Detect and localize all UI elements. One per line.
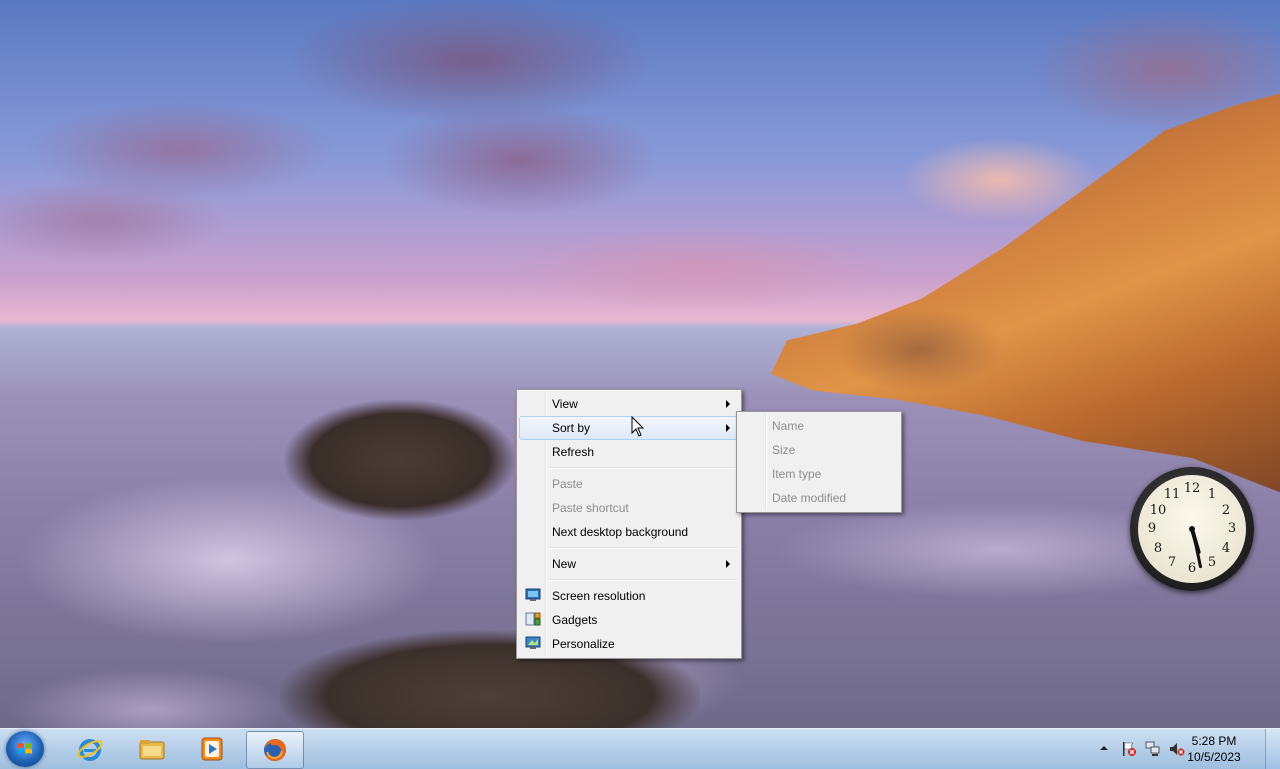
submenu-arrow-icon xyxy=(726,424,730,432)
menu-item-label: Size xyxy=(772,443,796,457)
clock-number: 7 xyxy=(1167,555,1177,570)
taskbar-file-explorer[interactable] xyxy=(124,731,180,767)
clock-number: 2 xyxy=(1221,503,1231,518)
clock-number: 3 xyxy=(1227,521,1237,536)
menu-item-screen-resolution[interactable]: Screen resolution xyxy=(519,584,739,608)
taskbar-firefox[interactable] xyxy=(246,731,304,769)
firefox-icon xyxy=(264,739,286,761)
clock-number: 1 xyxy=(1207,487,1217,502)
show-hidden-icons-icon[interactable] xyxy=(1099,743,1109,753)
menu-item-label: Personalize xyxy=(552,637,615,651)
menu-item-paste-shortcut[interactable]: Paste shortcut xyxy=(519,496,739,520)
submenu-item-date-modified[interactable]: Date modified xyxy=(739,486,899,510)
show-desktop-button[interactable] xyxy=(1265,729,1280,769)
clock-hour-hand xyxy=(1190,528,1202,555)
submenu-item-size[interactable]: Size xyxy=(739,438,899,462)
clock-face: 12 1 2 3 4 5 6 7 8 9 10 11 xyxy=(1138,475,1246,583)
wallpaper-rocks xyxy=(285,400,515,520)
menu-separator xyxy=(549,467,737,469)
menu-item-new[interactable]: New xyxy=(519,552,739,576)
taskbar: 5:28 PM 10/5/2023 xyxy=(0,728,1280,769)
menu-separator xyxy=(549,547,737,549)
desktop-context-menu: View Sort by Refresh Paste Paste shortcu… xyxy=(516,389,742,659)
menu-item-label: New xyxy=(552,557,577,571)
clock-number: 12 xyxy=(1183,481,1201,496)
menu-separator xyxy=(549,579,737,581)
personalize-icon xyxy=(525,636,541,649)
file-explorer-icon xyxy=(139,740,165,760)
mouse-cursor-icon xyxy=(631,416,645,437)
action-center-flag-icon[interactable] xyxy=(1121,741,1137,757)
menu-item-label: View xyxy=(552,397,578,411)
menu-item-next-desktop-background[interactable]: Next desktop background xyxy=(519,520,739,544)
menu-item-label: Date modified xyxy=(772,491,847,505)
taskbar-internet-explorer[interactable] xyxy=(62,731,118,767)
submenu-item-item-type[interactable]: Item type xyxy=(739,462,899,486)
menu-item-sort-by[interactable]: Sort by xyxy=(519,416,739,440)
menu-item-personalize[interactable]: Personalize xyxy=(519,632,739,656)
menu-item-label: Sort by xyxy=(552,421,591,435)
taskbar-time: 5:28 PM xyxy=(1191,734,1237,748)
menu-item-paste[interactable]: Paste xyxy=(519,472,739,496)
media-player-icon xyxy=(201,737,223,761)
taskbar-media-player[interactable] xyxy=(184,731,240,767)
clock-center xyxy=(1189,526,1195,532)
menu-item-label: Paste shortcut xyxy=(552,501,629,515)
clock-number: 5 xyxy=(1207,555,1217,570)
clock-gadget[interactable]: 12 1 2 3 4 5 6 7 8 9 10 11 xyxy=(1130,467,1254,591)
menu-item-label: Gadgets xyxy=(552,613,598,627)
menu-item-label: Item type xyxy=(772,467,822,481)
taskbar-clock[interactable]: 5:28 PM 10/5/2023 xyxy=(1178,733,1250,765)
submenu-arrow-icon xyxy=(726,400,730,408)
menu-item-refresh[interactable]: Refresh xyxy=(519,440,739,464)
screen-resolution-icon xyxy=(525,588,541,601)
menu-item-view[interactable]: View xyxy=(519,392,739,416)
sort-by-submenu: Name Size Item type Date modified xyxy=(736,411,902,513)
internet-explorer-icon xyxy=(77,739,103,761)
taskbar-date: 10/5/2023 xyxy=(1187,750,1241,764)
submenu-item-name[interactable]: Name xyxy=(739,414,899,438)
desktop[interactable]: 12 1 2 3 4 5 6 7 8 9 10 11 View Sort by … xyxy=(0,0,1280,728)
clock-number: 8 xyxy=(1153,541,1163,556)
menu-item-gadgets[interactable]: Gadgets xyxy=(519,608,739,632)
submenu-arrow-icon xyxy=(726,560,730,568)
windows-logo-icon xyxy=(18,743,32,754)
menu-item-label: Refresh xyxy=(552,445,595,459)
menu-item-label: Next desktop background xyxy=(552,525,689,539)
system-tray: 5:28 PM 10/5/2023 xyxy=(1095,729,1280,769)
menu-item-label: Paste xyxy=(552,477,583,491)
clock-number: 11 xyxy=(1163,487,1181,502)
menu-item-label: Name xyxy=(772,419,805,433)
clock-number: 10 xyxy=(1149,503,1167,518)
clock-number: 9 xyxy=(1147,521,1157,536)
network-icon[interactable] xyxy=(1145,741,1161,757)
menu-item-label: Screen resolution xyxy=(552,589,646,603)
gadgets-icon xyxy=(525,612,541,626)
start-button[interactable] xyxy=(6,731,44,767)
